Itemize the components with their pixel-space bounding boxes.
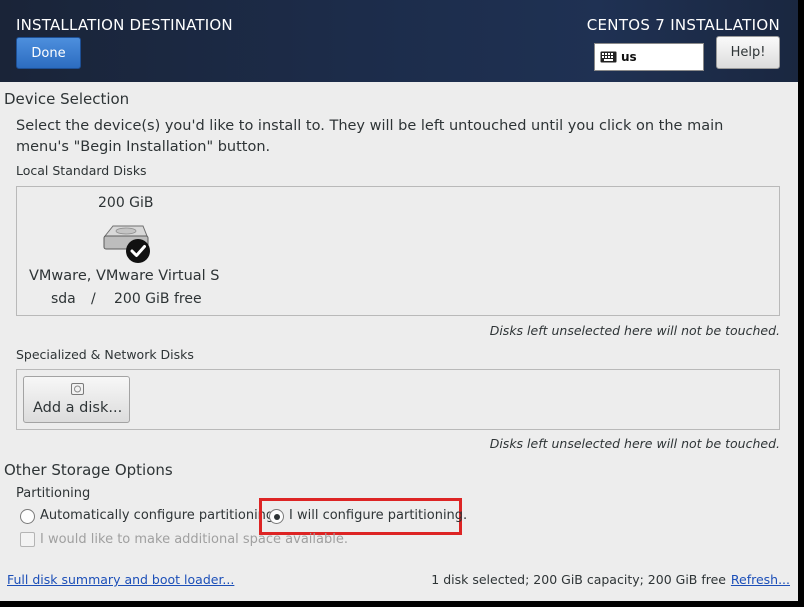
hard-disk-selected-icon bbox=[103, 225, 150, 263]
keyboard-layout-label: us bbox=[621, 50, 637, 64]
auto-partitioning-label[interactable]: Automatically configure partitioning. bbox=[40, 508, 278, 523]
additional-space-checkbox[interactable] bbox=[20, 532, 35, 547]
intro-text: Select the device(s) you'd like to insta… bbox=[16, 118, 724, 155]
specialized-disks-heading: Specialized & Network Disks bbox=[16, 347, 194, 362]
help-button[interactable]: Help! bbox=[716, 36, 780, 69]
main-content: Device Selection Select the device(s) yo… bbox=[0, 82, 798, 601]
device-selection-heading: Device Selection bbox=[4, 90, 130, 108]
local-disks-heading: Local Standard Disks bbox=[16, 163, 147, 178]
refresh-link[interactable]: Refresh... bbox=[731, 572, 790, 587]
installer-window: INSTALLATION DESTINATION CENTOS 7 INSTAL… bbox=[0, 0, 804, 607]
specialized-disks-note: Disks left unselected here will not be t… bbox=[489, 436, 780, 451]
partitioning-heading: Partitioning bbox=[16, 486, 91, 501]
add-disk-label: Add a disk... bbox=[33, 400, 123, 416]
add-disk-button[interactable]: Add a disk... bbox=[23, 376, 130, 423]
product-title: CENTOS 7 INSTALLATION bbox=[586, 16, 780, 34]
disk-device: sda bbox=[51, 291, 76, 307]
manual-partitioning-radio[interactable] bbox=[269, 509, 284, 524]
specialized-disks-panel bbox=[16, 369, 780, 430]
disk-summary-link[interactable]: Full disk summary and boot loader... bbox=[7, 572, 234, 587]
disk-size: 200 GiB bbox=[98, 195, 154, 211]
keyboard-layout-indicator[interactable]: us bbox=[594, 43, 704, 71]
local-disks-note: Disks left unselected here will not be t… bbox=[489, 323, 780, 338]
disk-name: VMware, VMware Virtual S bbox=[29, 268, 220, 284]
selection-status: 1 disk selected; 200 GiB capacity; 200 G… bbox=[431, 572, 726, 587]
disk-separator: / bbox=[91, 291, 96, 307]
other-storage-heading: Other Storage Options bbox=[4, 461, 173, 479]
disk-free-space: 200 GiB free bbox=[114, 291, 202, 307]
auto-partitioning-radio[interactable] bbox=[20, 509, 35, 524]
page-title: INSTALLATION DESTINATION bbox=[16, 16, 233, 34]
done-button[interactable]: Done bbox=[16, 37, 81, 69]
manual-partitioning-label[interactable]: I will configure partitioning. bbox=[289, 508, 467, 523]
additional-space-label: I would like to make additional space av… bbox=[40, 532, 348, 547]
header-bar: INSTALLATION DESTINATION CENTOS 7 INSTAL… bbox=[0, 0, 798, 82]
disk-add-icon bbox=[71, 383, 84, 395]
radio-selected-dot bbox=[274, 514, 280, 520]
keyboard-icon bbox=[600, 51, 617, 63]
